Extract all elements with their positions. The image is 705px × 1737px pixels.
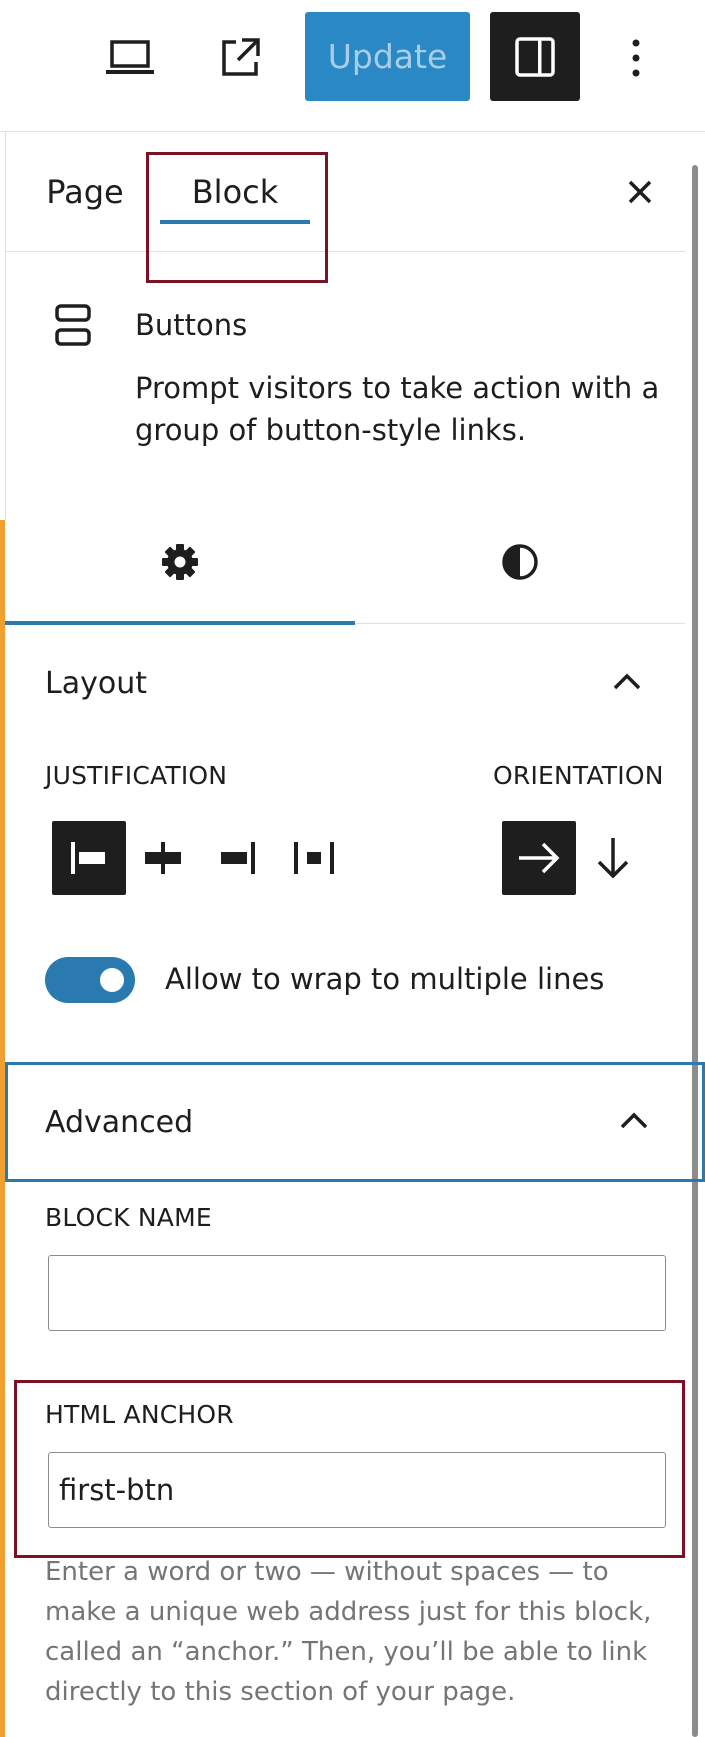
- settings-sidebar-toggle[interactable]: [490, 12, 580, 101]
- more-vertical-icon: [632, 39, 640, 77]
- justify-right-icon: [221, 842, 255, 874]
- block-name-label: BLOCK NAME: [45, 1203, 212, 1232]
- justify-space-between-icon: [294, 842, 334, 874]
- tab-styles[interactable]: [355, 500, 685, 624]
- layout-panel-title: Layout: [45, 665, 147, 701]
- justify-left-button[interactable]: [52, 821, 126, 895]
- sidebar-tabs: Page Block: [5, 132, 685, 252]
- justify-right-button[interactable]: [200, 821, 274, 895]
- html-anchor-help-text: Enter a word or two — without spaces — t…: [45, 1557, 652, 1707]
- block-description: Prompt visitors to take action with a gr…: [135, 371, 660, 447]
- chevron-up-icon: [613, 673, 641, 690]
- orientation-vertical-button[interactable]: [576, 821, 650, 895]
- advanced-panel-header[interactable]: Advanced: [5, 1062, 705, 1182]
- wrap-toggle-label: Allow to wrap to multiple lines: [165, 962, 605, 996]
- block-card: Buttons Prompt visitors to take action w…: [5, 252, 685, 482]
- options-menu-button[interactable]: [612, 26, 660, 90]
- contrast-icon: [502, 544, 538, 580]
- block-title: Buttons: [135, 308, 248, 342]
- sidebar-toggle-icon: [515, 36, 555, 77]
- justify-space-between-button[interactable]: [277, 821, 351, 895]
- tab-page[interactable]: Page: [35, 132, 135, 252]
- advanced-panel-title: Advanced: [45, 1104, 194, 1140]
- arrow-down-icon: [597, 838, 629, 879]
- view-post-button[interactable]: [208, 26, 272, 90]
- wrap-toggle[interactable]: [45, 957, 135, 1003]
- external-link-icon: [222, 38, 260, 76]
- orientation-label: ORIENTATION: [493, 761, 664, 790]
- tab-settings[interactable]: [5, 500, 355, 625]
- preview-button[interactable]: [98, 26, 162, 90]
- toggle-knob: [100, 968, 124, 992]
- sidebar-scrollbar[interactable]: [692, 165, 698, 1737]
- justify-left-icon: [71, 842, 105, 874]
- active-tab-indicator: [160, 220, 310, 224]
- close-sidebar-button[interactable]: [610, 162, 670, 222]
- close-icon: [628, 180, 652, 204]
- justification-label: JUSTIFICATION: [45, 761, 228, 790]
- chevron-up-icon: [620, 1112, 648, 1129]
- block-name-input[interactable]: [48, 1255, 666, 1331]
- gear-icon: [162, 544, 198, 580]
- justify-center-icon: [145, 842, 181, 874]
- tab-block[interactable]: Block: [155, 132, 315, 252]
- update-button[interactable]: Update: [305, 12, 470, 101]
- buttons-block-icon: [55, 304, 91, 346]
- laptop-icon: [106, 40, 154, 74]
- arrow-right-icon: [519, 842, 560, 874]
- block-inspector-tabs: [5, 500, 685, 625]
- html-anchor-input[interactable]: [48, 1452, 666, 1528]
- justify-center-button[interactable]: [126, 821, 200, 895]
- editor-top-toolbar: Update: [0, 0, 705, 132]
- tab-block-label: Block: [191, 173, 279, 211]
- layout-panel-header[interactable]: Layout: [5, 624, 685, 742]
- orientation-horizontal-button[interactable]: [502, 821, 576, 895]
- html-anchor-label: HTML ANCHOR: [45, 1400, 234, 1429]
